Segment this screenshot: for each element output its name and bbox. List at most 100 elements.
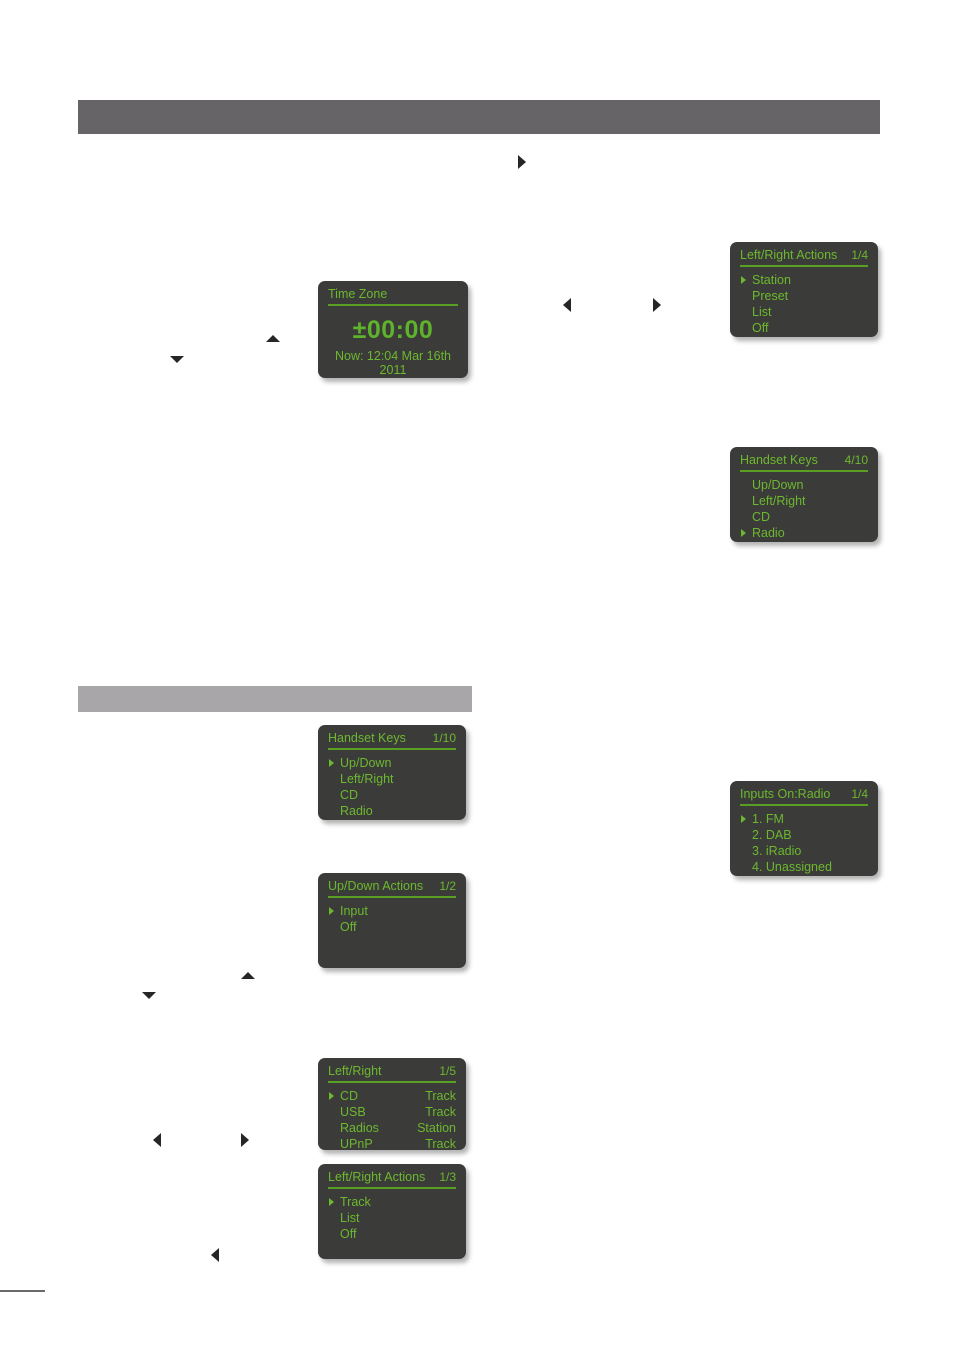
list-item-label: CD (340, 1089, 359, 1103)
list-item[interactable]: Left/Right (328, 771, 456, 787)
panel-count: 1/4 (851, 248, 868, 262)
list-item-value: Track (425, 1105, 456, 1119)
list-item-label: List (752, 305, 772, 319)
list-item-label: List (340, 1211, 360, 1225)
time-zone-offset-value: ±00:00 (352, 316, 434, 344)
right-arrow-icon (653, 298, 661, 312)
list-item[interactable]: Input (328, 903, 456, 919)
panel-left-right-actions-radio[interactable]: Left/Right Actions 1/4 Station Preset Li… (730, 242, 878, 337)
list-item[interactable]: CD (740, 509, 868, 525)
list-item-value: Track (425, 1137, 456, 1151)
list-item[interactable]: Off (328, 919, 456, 935)
panel-count: 1/5 (439, 1064, 456, 1078)
list-item-label: 1. FM (752, 812, 784, 826)
panel-count: 1/10 (432, 731, 456, 745)
list-item-label: Radio (340, 804, 373, 818)
selection-caret-icon (741, 276, 746, 284)
list-item[interactable]: CD (328, 787, 456, 803)
list-item[interactable]: Preset (740, 288, 868, 304)
panel-header: Inputs On:Radio 1/4 (740, 787, 868, 806)
down-arrow-icon (170, 356, 184, 363)
list-item-value: Station (417, 1121, 456, 1135)
list-item[interactable]: Off (740, 320, 868, 336)
panel-header: Left/Right 1/5 (328, 1064, 456, 1083)
panel-rows: Up/Down Left/Right CD Radio (328, 755, 456, 819)
panel-header: Handset Keys 4/10 (740, 453, 868, 472)
panel-title: Handset Keys (328, 731, 406, 745)
list-item-label: Off (752, 321, 769, 335)
list-item[interactable]: Station (740, 272, 868, 288)
selection-caret-icon (329, 907, 334, 915)
up-arrow-icon (241, 972, 255, 979)
list-item-label: Radio (752, 526, 785, 540)
panel-inputs-on-radio[interactable]: Inputs On:Radio 1/4 1. FM 2. DAB 3. iRad… (730, 781, 878, 876)
panel-handset-keys-radio[interactable]: Handset Keys 4/10 Up/Down Left/Right CD … (730, 447, 878, 542)
list-item-label: Off (340, 1227, 357, 1241)
panel-left-right[interactable]: Left/Right 1/5 CD Track USB Track Radios… (318, 1058, 466, 1152)
list-item[interactable]: 2. DAB (740, 827, 868, 843)
down-arrow-icon (142, 992, 156, 999)
right-arrow-icon (241, 1133, 249, 1147)
list-item-label: Track (340, 1195, 371, 1209)
panel-title: Left/Right Actions (740, 248, 838, 262)
list-item[interactable]: Left/Right (740, 493, 868, 509)
time-zone-current-time: Now: 12:04 Mar 16th 2011 (334, 349, 452, 377)
list-item[interactable]: UPnP Track (328, 1136, 456, 1152)
selection-caret-icon (741, 529, 746, 537)
list-item[interactable]: CD Track (328, 1088, 456, 1104)
list-item-label: 4. Unassigned (752, 860, 832, 874)
panel-title: Left/Right (328, 1064, 382, 1078)
list-item[interactable]: 4. Unassigned (740, 859, 868, 875)
list-item-label: Up/Down (752, 478, 804, 492)
list-item-label: CD (752, 510, 771, 524)
panel-header: Handset Keys 1/10 (328, 731, 456, 750)
selection-caret-icon (741, 815, 746, 823)
list-item[interactable]: 3. iRadio (740, 843, 868, 859)
panel-rows: CD Track USB Track Radios Station UPnP T… (328, 1088, 456, 1152)
up-arrow-icon (266, 335, 280, 342)
panel-header: Left/Right Actions 1/4 (740, 248, 868, 267)
list-item-label: Station (752, 273, 791, 287)
panel-title: Handset Keys (740, 453, 818, 467)
panel-count: 1/2 (439, 879, 456, 893)
panel-header: Up/Down Actions 1/2 (328, 879, 456, 898)
panel-rows: Station Preset List Off (740, 272, 868, 336)
left-arrow-icon (563, 298, 571, 312)
panel-left-right-actions-track[interactable]: Left/Right Actions 1/3 Track List Off (318, 1164, 466, 1259)
panel-count: 1/4 (851, 787, 868, 801)
list-item[interactable]: Radio (740, 525, 868, 541)
list-item-label: Up/Down (340, 756, 392, 770)
panel-count: 1/3 (439, 1170, 456, 1184)
list-item-label: 2. DAB (752, 828, 792, 842)
list-item[interactable]: 1. FM (740, 811, 868, 827)
list-item[interactable]: Radio (328, 803, 456, 819)
list-item[interactable]: Off (328, 1226, 456, 1242)
selection-caret-icon (329, 759, 334, 767)
list-item-label: Radios (340, 1121, 379, 1135)
list-item-value: Track (425, 1089, 456, 1103)
list-item-label: 3. iRadio (752, 844, 802, 858)
list-item[interactable]: Up/Down (328, 755, 456, 771)
list-item-label: UPnP (340, 1137, 373, 1151)
list-item[interactable]: List (740, 304, 868, 320)
right-arrow-icon (518, 155, 526, 169)
list-item[interactable]: USB Track (328, 1104, 456, 1120)
list-item-label: Left/Right (752, 494, 806, 508)
panel-up-down-actions[interactable]: Up/Down Actions 1/2 Input Off (318, 873, 466, 968)
list-item-label: Preset (752, 289, 789, 303)
section-heading-bar-primary (78, 100, 880, 134)
list-item-label: USB (340, 1105, 366, 1119)
panel-header: Left/Right Actions 1/3 (328, 1170, 456, 1189)
panel-count: 4/10 (844, 453, 868, 467)
selection-caret-icon (329, 1092, 334, 1100)
panel-time-zone[interactable]: Time Zone ±00:00 Now: 12:04 Mar 16th 201… (318, 281, 468, 378)
panel-handset-keys-updown[interactable]: Handset Keys 1/10 Up/Down Left/Right CD … (318, 725, 466, 820)
list-item[interactable]: List (328, 1210, 456, 1226)
panel-rows: 1. FM 2. DAB 3. iRadio 4. Unassigned (740, 811, 868, 875)
list-item[interactable]: Up/Down (740, 477, 868, 493)
panel-rows: Track List Off (328, 1194, 456, 1242)
panel-title: Time Zone (328, 287, 388, 301)
list-item[interactable]: Track (328, 1194, 456, 1210)
list-item[interactable]: Radios Station (328, 1120, 456, 1136)
list-item-label: Off (340, 920, 357, 934)
